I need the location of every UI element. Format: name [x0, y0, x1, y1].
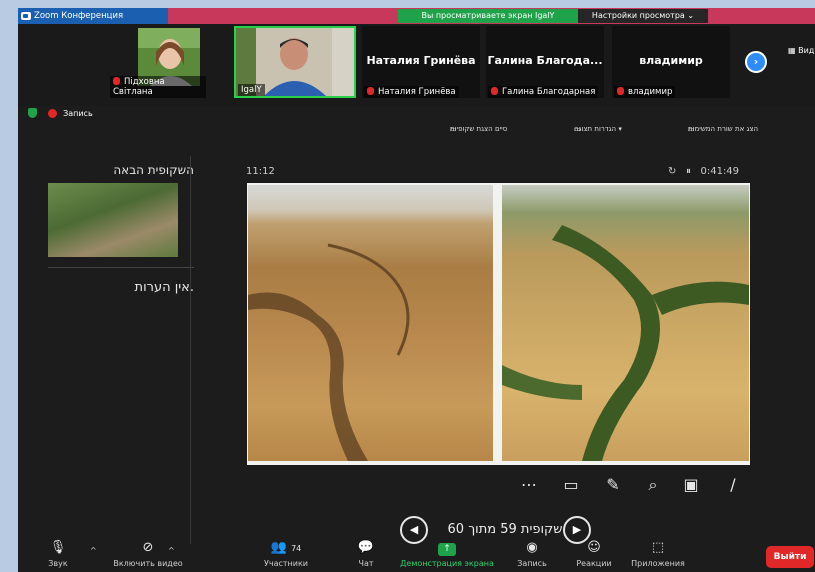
leave-button[interactable]: Выйти	[766, 546, 814, 568]
participant-tile[interactable]: Підховна Світлана	[108, 26, 206, 98]
participant-label: Галина Благодарная	[488, 86, 599, 98]
slide-photo-right	[502, 185, 749, 461]
slide-overview-icon[interactable]: ▣	[680, 474, 702, 496]
presenter-sidebar: השקופית הבאה אין הערות.	[48, 163, 194, 295]
play-left-icon: ◀	[409, 523, 419, 536]
security-shield-icon[interactable]	[28, 108, 37, 118]
share-banner: Вы просматриваете экран IgalY	[398, 9, 578, 23]
participant-name: Наталия Гринёва	[366, 54, 476, 67]
play-right-icon: ▶	[572, 523, 582, 536]
recording-icon	[47, 109, 57, 118]
participant-name: Галина Благода...	[487, 54, 603, 67]
divider	[48, 267, 194, 268]
speaker-notes: אין הערות.	[134, 280, 194, 295]
mic-muted-icon	[491, 87, 498, 95]
participant-label: Наталия Гринёва	[364, 86, 459, 98]
participants-icon: 👥 74	[270, 540, 302, 555]
video-options-chevron-icon[interactable]: ^	[168, 546, 175, 555]
recording-label: Запись	[63, 109, 93, 118]
zoom-magnifier-icon[interactable]: ⌕	[642, 474, 664, 496]
participant-tile[interactable]: владимир владимир	[612, 26, 730, 98]
record-icon: ◉	[526, 540, 538, 555]
status-row: Запись	[28, 108, 93, 122]
title-bar: Zoom Конференция Вы просматриваете экран…	[18, 8, 815, 24]
participant-tile[interactable]: Галина Благода... Галина Благодарная	[486, 26, 604, 98]
reset-timer-icon[interactable]: ↻	[668, 166, 676, 177]
video-gallery: Підховна Світлана IgalY Наталия Гринёва …	[18, 24, 815, 106]
slide-controls: ⋯ ▭ ✎ ⌕ ▣ /	[518, 474, 758, 498]
mic-muted-icon	[113, 77, 120, 85]
participant-name: владимир	[639, 54, 703, 67]
participants-button[interactable]: 👥 74 Участники	[250, 540, 322, 568]
video-button[interactable]: ⊘ Включить видео	[98, 540, 198, 568]
monitor-icon: ▭	[574, 125, 581, 133]
meeting-toolbar: 🎙 Звук ^ ⊘ Включить видео ^ 👥 74 Участни…	[18, 538, 815, 572]
current-slide	[247, 183, 750, 465]
share-screen-button[interactable]: ↑ Демонстрация экрана	[394, 540, 500, 568]
mic-muted-icon	[617, 87, 624, 95]
participant-label: IgalY	[238, 84, 265, 96]
participant-tile-active[interactable]: IgalY	[234, 26, 356, 98]
next-slide-heading: השקופית הבאה	[113, 163, 194, 177]
reactions-button[interactable]: ☺ Реакции	[566, 540, 622, 568]
microphone-icon: 🎙	[49, 540, 67, 555]
chat-icon: 💬	[357, 540, 375, 555]
view-options-button[interactable]: Настройки просмотра ⌄	[578, 9, 708, 23]
pen-screen-icon[interactable]: ✎	[602, 474, 624, 496]
view-button[interactable]: ▦ Вид	[788, 46, 814, 55]
grid-icon: ▦	[788, 46, 799, 55]
subtitles-icon[interactable]: ▭	[560, 474, 582, 496]
next-slide-thumbnail[interactable]	[48, 183, 178, 257]
next-page-button[interactable]: ›	[745, 51, 767, 73]
chevron-right-icon: ›	[753, 55, 759, 68]
app-title: Zoom Конференция	[18, 8, 168, 24]
participant-label: Підховна Світлана	[110, 76, 206, 98]
participant-tile[interactable]: Наталия Гринёва Наталия Гринёва	[362, 26, 480, 98]
audio-button[interactable]: 🎙 Звук	[38, 540, 78, 568]
more-options-icon[interactable]: ⋯	[518, 474, 540, 496]
divider	[190, 156, 191, 544]
record-button[interactable]: ◉ Запись	[508, 540, 556, 568]
video-off-icon: ⊘	[142, 540, 154, 555]
mic-muted-icon	[367, 87, 374, 95]
chat-button[interactable]: 💬 Чат	[346, 540, 386, 568]
reactions-icon: ☺	[587, 540, 601, 555]
app-title-text: Zoom Конференция	[34, 11, 124, 21]
presenter-toolbar: ▭ סיים הצגת שקופיות הגדרות תצוגה ▾ ▭ הצג…	[450, 125, 759, 133]
pen-tool-icon[interactable]: /	[722, 474, 744, 496]
slide-photo-left	[248, 185, 493, 461]
participant-label: владимир	[614, 86, 676, 98]
apps-icon: ⬚	[651, 540, 665, 555]
audio-options-chevron-icon[interactable]: ^	[90, 546, 97, 555]
timer: ↻ ⏸ 0:41:49	[668, 166, 740, 177]
zoom-window: Zoom Конференция Вы просматриваете экран…	[18, 8, 815, 572]
clock: 11:12	[246, 166, 275, 177]
pause-icon[interactable]: ⏸	[686, 166, 691, 177]
zoom-logo-icon	[21, 12, 31, 20]
share-screen-icon: ↑	[394, 540, 500, 556]
slide-counter: שקופית 59 מתוך 60	[447, 522, 563, 537]
apps-button[interactable]: ⬚ Приложения	[626, 540, 690, 568]
taskbar-icon: ▭	[688, 125, 695, 133]
